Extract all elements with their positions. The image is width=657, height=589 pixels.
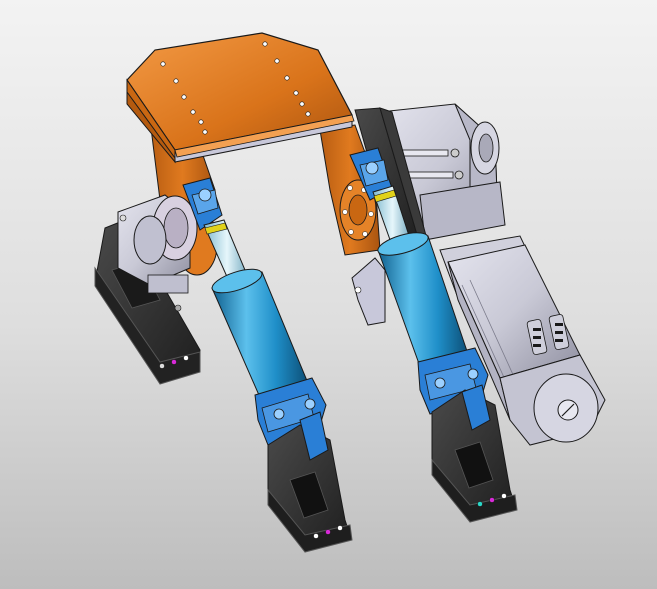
left-actuator[interactable] bbox=[182, 177, 327, 446]
cad-viewport[interactable] bbox=[0, 0, 657, 589]
side-support-bracket[interactable] bbox=[351, 257, 386, 326]
actuator-assembly-model[interactable] bbox=[0, 0, 657, 589]
top-plate[interactable] bbox=[126, 32, 355, 164]
